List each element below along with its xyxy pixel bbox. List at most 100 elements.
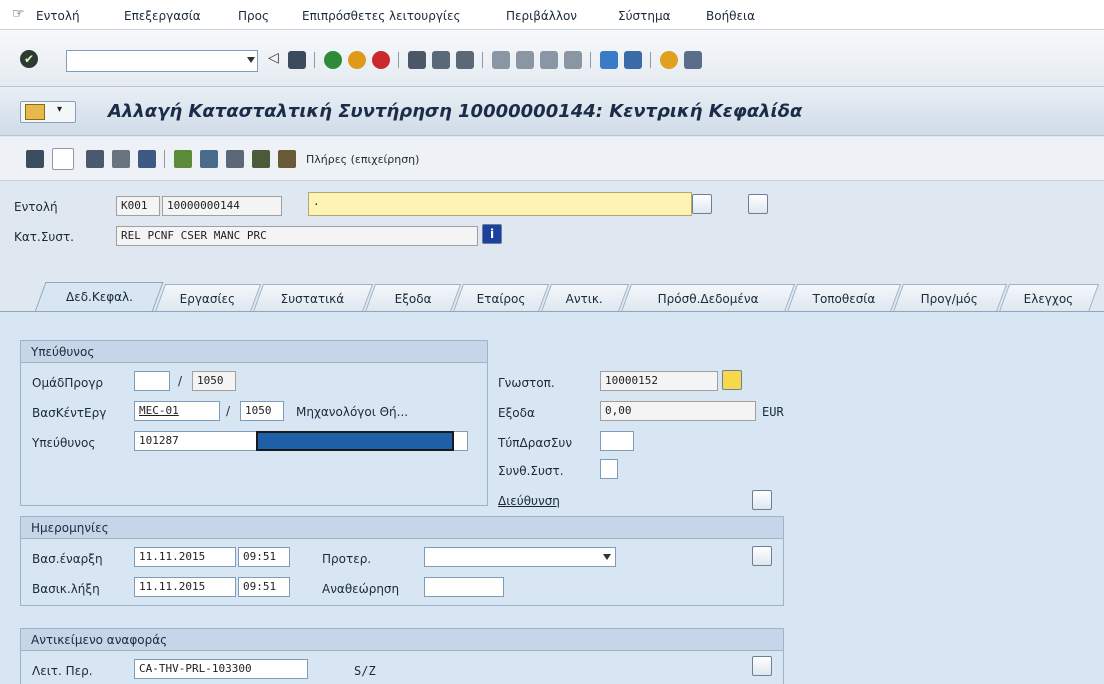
menu-item-edit[interactable]: Επεξεργασία [124, 9, 201, 23]
save-icon[interactable] [288, 51, 306, 69]
cancel-icon[interactable] [372, 51, 390, 69]
system-status-field: REL PCNF CSER MANC PRC [116, 226, 478, 246]
info-icon[interactable]: i [482, 224, 502, 244]
hierarchy-icon[interactable] [86, 150, 104, 168]
address-label: Διεύθυνση [498, 494, 560, 508]
toolbar-separator [164, 150, 165, 168]
structure-icon[interactable] [752, 656, 772, 676]
document-icon[interactable] [226, 150, 244, 168]
planner-group-input[interactable] [134, 371, 170, 391]
tab-objects[interactable]: Αντικ. [540, 284, 630, 312]
work-center-label: ΒασΚέντΕργ [32, 406, 107, 420]
tab-content-panel: Υπεύθυνος ΟμάδΠρογρ / 1050 ΒασΚέντΕργ ME… [0, 311, 1104, 684]
order-type-field: K001 [116, 196, 160, 216]
full-enterprise-label[interactable]: Πλήρες (επιχείρηση) [306, 153, 419, 166]
basic-start-date-input[interactable]: 11.11.2015 [134, 547, 236, 567]
tab-location[interactable]: Τοποθεσία [786, 284, 902, 312]
edit-pencil-icon[interactable] [722, 370, 742, 390]
chevron-down-icon [603, 554, 611, 560]
currency-label: EUR [762, 405, 784, 419]
activity-type-input[interactable] [600, 431, 634, 451]
page-title: Αλλαγή Κατασταλτική Συντήρηση 1000000014… [108, 101, 803, 122]
basic-end-date-input[interactable]: 11.11.2015 [134, 577, 236, 597]
help-icon[interactable] [660, 51, 678, 69]
tab-components[interactable]: Συστατικά [252, 284, 374, 312]
basic-end-time-input[interactable]: 09:51 [238, 577, 290, 597]
basic-start-time-input[interactable]: 09:51 [238, 547, 290, 567]
group-title: Υπεύθυνος [21, 341, 487, 363]
open-folder-icon[interactable] [752, 546, 772, 566]
priority-select[interactable] [424, 547, 616, 567]
enter-check-icon[interactable]: ✔ [20, 50, 38, 68]
previous-page-icon[interactable] [516, 51, 534, 69]
tab-additional-data[interactable]: Πρόσθ.Δεδομένα [620, 284, 796, 312]
menu-item-environment[interactable]: Περιβάλλον [506, 9, 577, 23]
tab-label: Συστατικά [280, 292, 345, 306]
components-icon[interactable] [200, 150, 218, 168]
open-folder-icon[interactable] [748, 194, 768, 214]
basic-start-label: Βασ.έναρξη [32, 552, 103, 566]
first-page-icon[interactable] [492, 51, 510, 69]
tab-partner[interactable]: Εταίρος [452, 284, 550, 312]
work-center-input[interactable]: MEC-01 [134, 401, 220, 421]
notification-field: 10000152 [600, 371, 718, 391]
tab-planning[interactable]: Προγ/μός [892, 284, 1008, 312]
command-field[interactable] [66, 50, 258, 72]
costs-label: Εξοδα [498, 406, 535, 420]
flag-icon[interactable] [138, 150, 156, 168]
functional-location-input[interactable]: CA-THV-PRL-103300 [134, 659, 308, 679]
pencil-icon[interactable] [252, 150, 270, 168]
person-responsible-label: Υπεύθυνος [32, 436, 96, 450]
system-status-label: Κατ.Συστ. [14, 230, 74, 244]
filter-icon[interactable] [112, 150, 130, 168]
address-details-icon[interactable] [752, 490, 772, 510]
print-icon[interactable] [408, 51, 426, 69]
chevron-down-icon[interactable] [247, 57, 255, 63]
clipboard-icon[interactable] [278, 150, 296, 168]
menu-item-order[interactable]: Εντολή [36, 9, 80, 23]
menu-item-help[interactable]: Βοήθεια [706, 9, 755, 23]
tab-label: Προγ/μός [921, 292, 979, 306]
tab-header-data[interactable]: Δεδ.Κεφαλ. [34, 282, 164, 312]
new-session-icon[interactable] [600, 51, 618, 69]
title-bar: ▾ Αλλαγή Κατασταλτική Συντήρηση 10000000… [0, 86, 1104, 136]
system-condition-label: Συνθ.Συστ. [498, 464, 564, 478]
checkbox-button[interactable] [52, 148, 74, 170]
tab-label: Αντικ. [566, 292, 604, 306]
tab-label: Πρόσθ.Δεδομένα [657, 292, 759, 306]
find-next-icon[interactable] [456, 51, 474, 69]
toolbar-separator [590, 52, 591, 68]
screen-menu-icon [25, 104, 45, 120]
tab-operations[interactable]: Εργασίες [154, 284, 262, 312]
order-description-input[interactable]: . [308, 192, 692, 216]
system-menu-button[interactable]: ▾ [20, 101, 76, 123]
back-icon[interactable] [324, 51, 342, 69]
work-center-plant-input[interactable]: 1050 [240, 401, 284, 421]
last-page-icon[interactable] [564, 51, 582, 69]
exit-icon[interactable] [348, 51, 366, 69]
tab-costs[interactable]: Εξοδα [364, 284, 462, 312]
standard-toolbar: ✔ ◁ [0, 30, 1104, 86]
tab-control[interactable]: Ελεγχος [998, 284, 1100, 312]
menu-item-goto[interactable]: Προς [238, 9, 269, 23]
person-responsible-value: 101287 [139, 434, 179, 447]
collapse-arrow-icon[interactable]: ◁ [268, 50, 279, 66]
menu-icon[interactable]: ☞ [12, 6, 25, 22]
operations-icon[interactable] [174, 150, 192, 168]
system-condition-input[interactable] [600, 459, 618, 479]
revision-input[interactable] [424, 577, 504, 597]
find-icon[interactable] [432, 51, 450, 69]
tab-label: Εξοδα [394, 292, 432, 306]
order-number-field: 10000000144 [162, 196, 282, 216]
notification-label: Γνωστοπ. [498, 376, 555, 390]
display-change-icon[interactable] [26, 150, 44, 168]
toolbar-separator [650, 52, 651, 68]
shortcut-icon[interactable] [624, 51, 642, 69]
menu-item-extras[interactable]: Επιπρόσθετες λειτουργίες [302, 9, 461, 23]
menu-bar: ☞ Εντολή Επεξεργασία Προς Επιπρόσθετες λ… [0, 0, 1104, 30]
layout-menu-icon[interactable] [684, 51, 702, 69]
long-text-edit-icon[interactable] [692, 194, 712, 214]
order-label: Εντολή [14, 200, 58, 214]
menu-item-system[interactable]: Σύστημα [618, 9, 671, 23]
next-page-icon[interactable] [540, 51, 558, 69]
